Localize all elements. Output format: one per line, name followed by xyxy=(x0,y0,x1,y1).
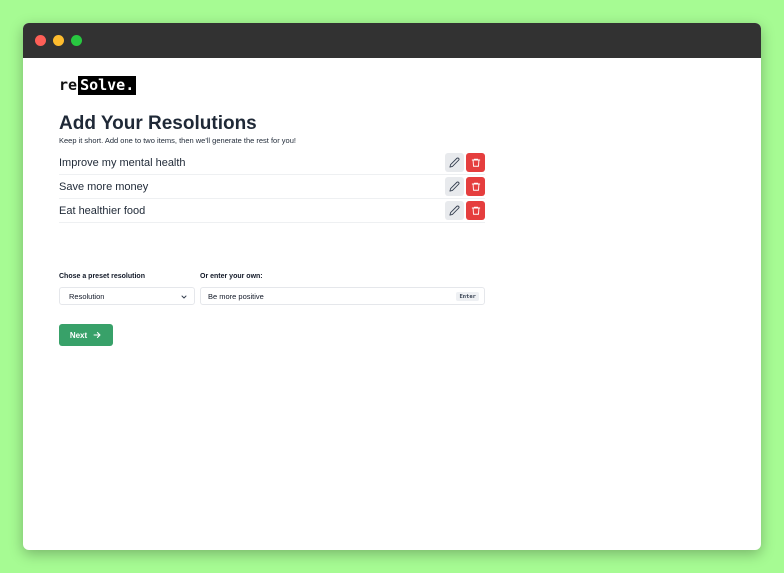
preset-label: Chose a preset resolution xyxy=(59,273,145,280)
own-resolution-label: Or enter your own: xyxy=(200,273,263,280)
window-maximize-button[interactable] xyxy=(71,35,82,46)
resolution-item: Save more money xyxy=(59,175,485,199)
edit-button[interactable] xyxy=(445,153,464,172)
pencil-icon xyxy=(449,181,460,192)
page-title: Add Your Resolutions xyxy=(59,113,257,134)
logo-boxed: Solve. xyxy=(78,76,137,95)
resolution-item: Improve my mental health xyxy=(59,151,485,175)
next-button-label: Next xyxy=(69,330,88,340)
pencil-icon xyxy=(449,205,460,216)
window-minimize-button[interactable] xyxy=(53,35,64,46)
app-logo: re Solve. xyxy=(59,76,137,95)
preset-select[interactable]: Resolution xyxy=(59,287,195,305)
arrow-right-icon xyxy=(93,331,101,339)
resolution-item: Eat healthier food xyxy=(59,199,485,223)
chevron-down-icon xyxy=(181,295,187,299)
edit-button[interactable] xyxy=(445,201,464,220)
preset-select-value: Resolution xyxy=(69,291,105,301)
delete-button[interactable] xyxy=(466,201,485,220)
window-titlebar xyxy=(23,23,761,58)
logo-prefix: re xyxy=(59,76,78,94)
own-resolution-value: Be more positive xyxy=(208,291,264,301)
page-subtitle: Keep it short. Add one to two items, the… xyxy=(59,136,296,145)
resolution-text: Eat healthier food xyxy=(59,204,146,217)
window-close-button[interactable] xyxy=(35,35,46,46)
pencil-icon xyxy=(449,157,460,168)
resolution-text: Improve my mental health xyxy=(59,156,186,169)
delete-button[interactable] xyxy=(466,153,485,172)
resolution-list: Improve my mental health Save more money xyxy=(59,151,485,223)
own-resolution-input[interactable]: Be more positive Enter xyxy=(200,287,485,305)
edit-button[interactable] xyxy=(445,177,464,196)
trash-icon xyxy=(471,182,480,191)
trash-icon xyxy=(471,206,480,215)
delete-button[interactable] xyxy=(466,177,485,196)
next-button[interactable]: Next xyxy=(59,324,113,346)
trash-icon xyxy=(471,158,480,167)
enter-key-hint: Enter xyxy=(456,292,479,301)
resolution-text: Save more money xyxy=(59,180,149,193)
app-window: re Solve. Add Your Resolutions Keep it s… xyxy=(23,23,761,550)
